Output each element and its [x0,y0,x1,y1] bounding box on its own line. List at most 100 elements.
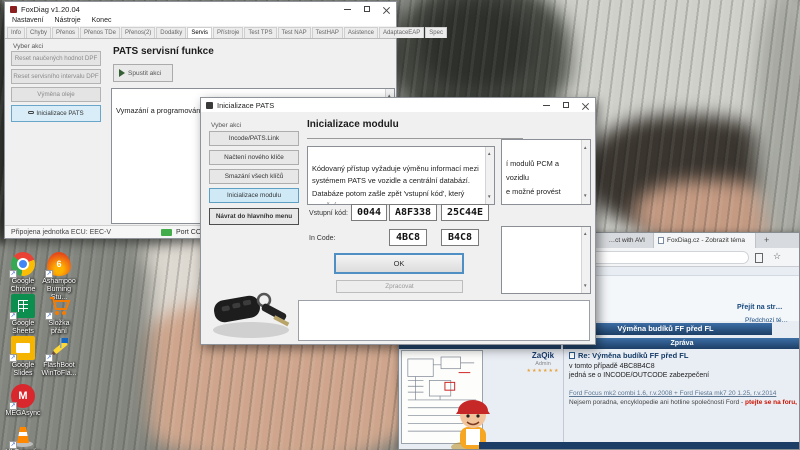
outcode-field-2[interactable]: A8F338 [389,204,437,221]
desktop-icon-wintoflash[interactable]: ↗ FlashBoot WinToFla... [40,336,78,378]
process-button[interactable]: Zpracovat [336,280,463,293]
sidebar-button-label: Inicializace PATS [36,110,83,117]
tab-test-hap[interactable]: TestHAP [312,27,343,38]
post-text-line: jedná se o INCODE/OUTCODE zabezpečení [569,372,709,379]
desktop-icon-cart[interactable]: ↗ Složka přání [40,294,78,336]
scrollbar[interactable] [581,140,590,204]
menu-konec[interactable]: Konec [92,17,112,24]
tab-label: FoxDiag.cz - Zobrazit téma [667,237,745,244]
shortcut-arrow-icon: ↗ [9,312,17,320]
window-controls [344,2,390,16]
dialog-button-init-module[interactable]: Inicializace modulu [209,188,299,203]
signature-plain: Nejsem poradna, encyklopedie ani hotline… [569,399,745,406]
car-keys-image [206,282,298,342]
tab-chyby[interactable]: Chyby [26,27,51,38]
reader-mode-icon[interactable] [755,253,763,263]
tab-info[interactable]: Info [7,27,25,38]
status-indicator-icon [161,229,172,236]
desktop-icon-label: Google Chrome [4,278,42,294]
post-title[interactable]: Re: Výměna budíků FF před FL [578,351,688,360]
sidebar-button-dpf-reset[interactable]: Reset naučených hodnot DPF [11,51,101,66]
post-text-line: v tomto případě 4BC8B4C8 [569,363,655,370]
megasync-icon: M↗ [11,384,35,408]
menu-nastaveni[interactable]: Nastavení [12,17,44,24]
goto-page-link[interactable]: Přejít na str… [737,304,783,311]
shortcut-arrow-icon: ↗ [45,312,53,320]
sheets-icon: ↗ [11,294,35,318]
sidebar-button-service-reset[interactable]: Reset servisního intervalu DPF [11,69,101,84]
clipped-side-textbox: í modulů PCM a vozidlu e možné provést [501,139,591,205]
minimize-icon[interactable] [543,105,550,106]
dialog-window-controls [543,98,589,112]
play-icon [119,69,125,77]
dialog-output-box [298,300,590,341]
dialog-heading: Inicializace modulu [307,119,399,130]
desktop-icon-label: Složka přání [40,320,78,336]
sidebar-button-oil[interactable]: Výměna oleje [11,87,101,102]
minimize-icon[interactable] [344,9,351,10]
dialog-button-incode-link[interactable]: Incode/PATS.Link [209,131,299,146]
close-icon[interactable] [383,6,390,13]
dialog-description-box: Kódovaný přístup vyžaduje výměnu informa… [307,146,495,205]
incode-field-1[interactable]: 4BC8 [389,229,427,246]
close-icon[interactable] [582,102,589,109]
ok-button[interactable]: OK [334,253,464,274]
forum-post-end-area [561,275,800,321]
menu-bar: Nastavení Nástroje Konec [5,15,396,26]
outcode-field-3[interactable]: 25C44E [441,204,489,221]
tab-adaptace[interactable]: AdaptaceEAP [379,27,424,38]
tab-pristroje[interactable]: Přístroje [213,27,243,38]
incode-label: In Code: [309,235,335,242]
key-icon [28,111,34,114]
tab-prenos[interactable]: Přenos [52,27,79,38]
tab-asistence[interactable]: Asistence [344,27,378,38]
run-action-button[interactable]: Spustit akci [113,64,173,82]
desktop-icon-label: MEGAsync [4,410,42,418]
desktop-icon-megasync[interactable]: M↗ MEGAsync [4,384,42,418]
chrome-icon: ↗ [11,252,35,276]
incode-field-2[interactable]: B4C8 [441,229,479,246]
post-title-row: Re: Výměna budíků FF před FL [569,351,688,360]
signature-links[interactable]: Ford Focus mk2 combi 1.6, r.v.2008 + For… [569,390,776,397]
desktop-icon-vlc[interactable]: ↗ VLC media player [4,423,42,450]
scrollbar[interactable] [581,227,590,293]
slides-icon: ↗ [11,336,35,360]
menu-nastroje[interactable]: Nástroje [55,17,81,24]
tab-prenos2[interactable]: Přenos(2) [121,27,155,38]
side-output-box [501,226,591,294]
dialog-button-return-menu[interactable]: Návrat do hlavního menu [209,208,299,225]
outcode-label: Vstupní kód: [309,210,348,217]
heading-divider [307,138,523,139]
new-tab-button[interactable]: + [764,233,769,248]
message-column-header: Zpráva [563,338,800,349]
run-button-label: Spustit akci [128,70,161,77]
desktop-icon-chrome[interactable]: ↗ Google Chrome [4,252,42,294]
pats-dialog-window: Inicializace PATS Vyber akci Incode/PATS… [200,97,596,345]
post-icon [569,352,575,359]
dialog-button-new-key[interactable]: Načtení nového klíče [209,150,299,165]
desktop-icon-slides[interactable]: ↗ Google Slides [4,336,42,378]
maximize-icon[interactable] [364,6,370,12]
tab-servis[interactable]: Servis [187,27,212,38]
scrollbar[interactable] [485,147,494,204]
tab-spec[interactable]: Spec [425,27,447,38]
shortcut-arrow-icon: ↗ [45,354,53,362]
dialog-button-erase-keys[interactable]: Smazání všech klíčů [209,169,299,184]
desktop-icon-sheets[interactable]: ↗ Google Sheets [4,294,42,336]
signature-red-text: ptejte se na foru, od toho je. [745,399,800,406]
tab-dodatky[interactable]: Dodatky [156,27,186,38]
outcode-field-1[interactable]: 0044 [351,204,387,221]
desktop-icon-label: FlashBoot WinToFla... [40,362,78,378]
sidebar-button-pats[interactable]: Inicializace PATS [11,105,101,122]
tab-test-tps[interactable]: Test TPS [244,27,276,38]
favorite-star-icon[interactable]: ☆ [773,251,781,262]
cart-icon: ↗ [47,294,71,318]
maximize-icon[interactable] [563,102,569,108]
tab-test-nap[interactable]: Test NAP [278,27,311,38]
window-title: FoxDiag v1.20.04 [21,5,80,14]
tab-bar: Info Chyby Přenos Přenos TDe Přenos(2) D… [5,26,396,39]
tab-prenos-tde[interactable]: Přenos TDe [80,27,120,38]
shortcut-arrow-icon: ↗ [9,402,17,410]
ecu-status-text: Připojena jednotka ECU: EEC-V [11,229,111,236]
browser-tab-active[interactable]: FoxDiag.cz - Zobrazit téma [654,233,756,248]
